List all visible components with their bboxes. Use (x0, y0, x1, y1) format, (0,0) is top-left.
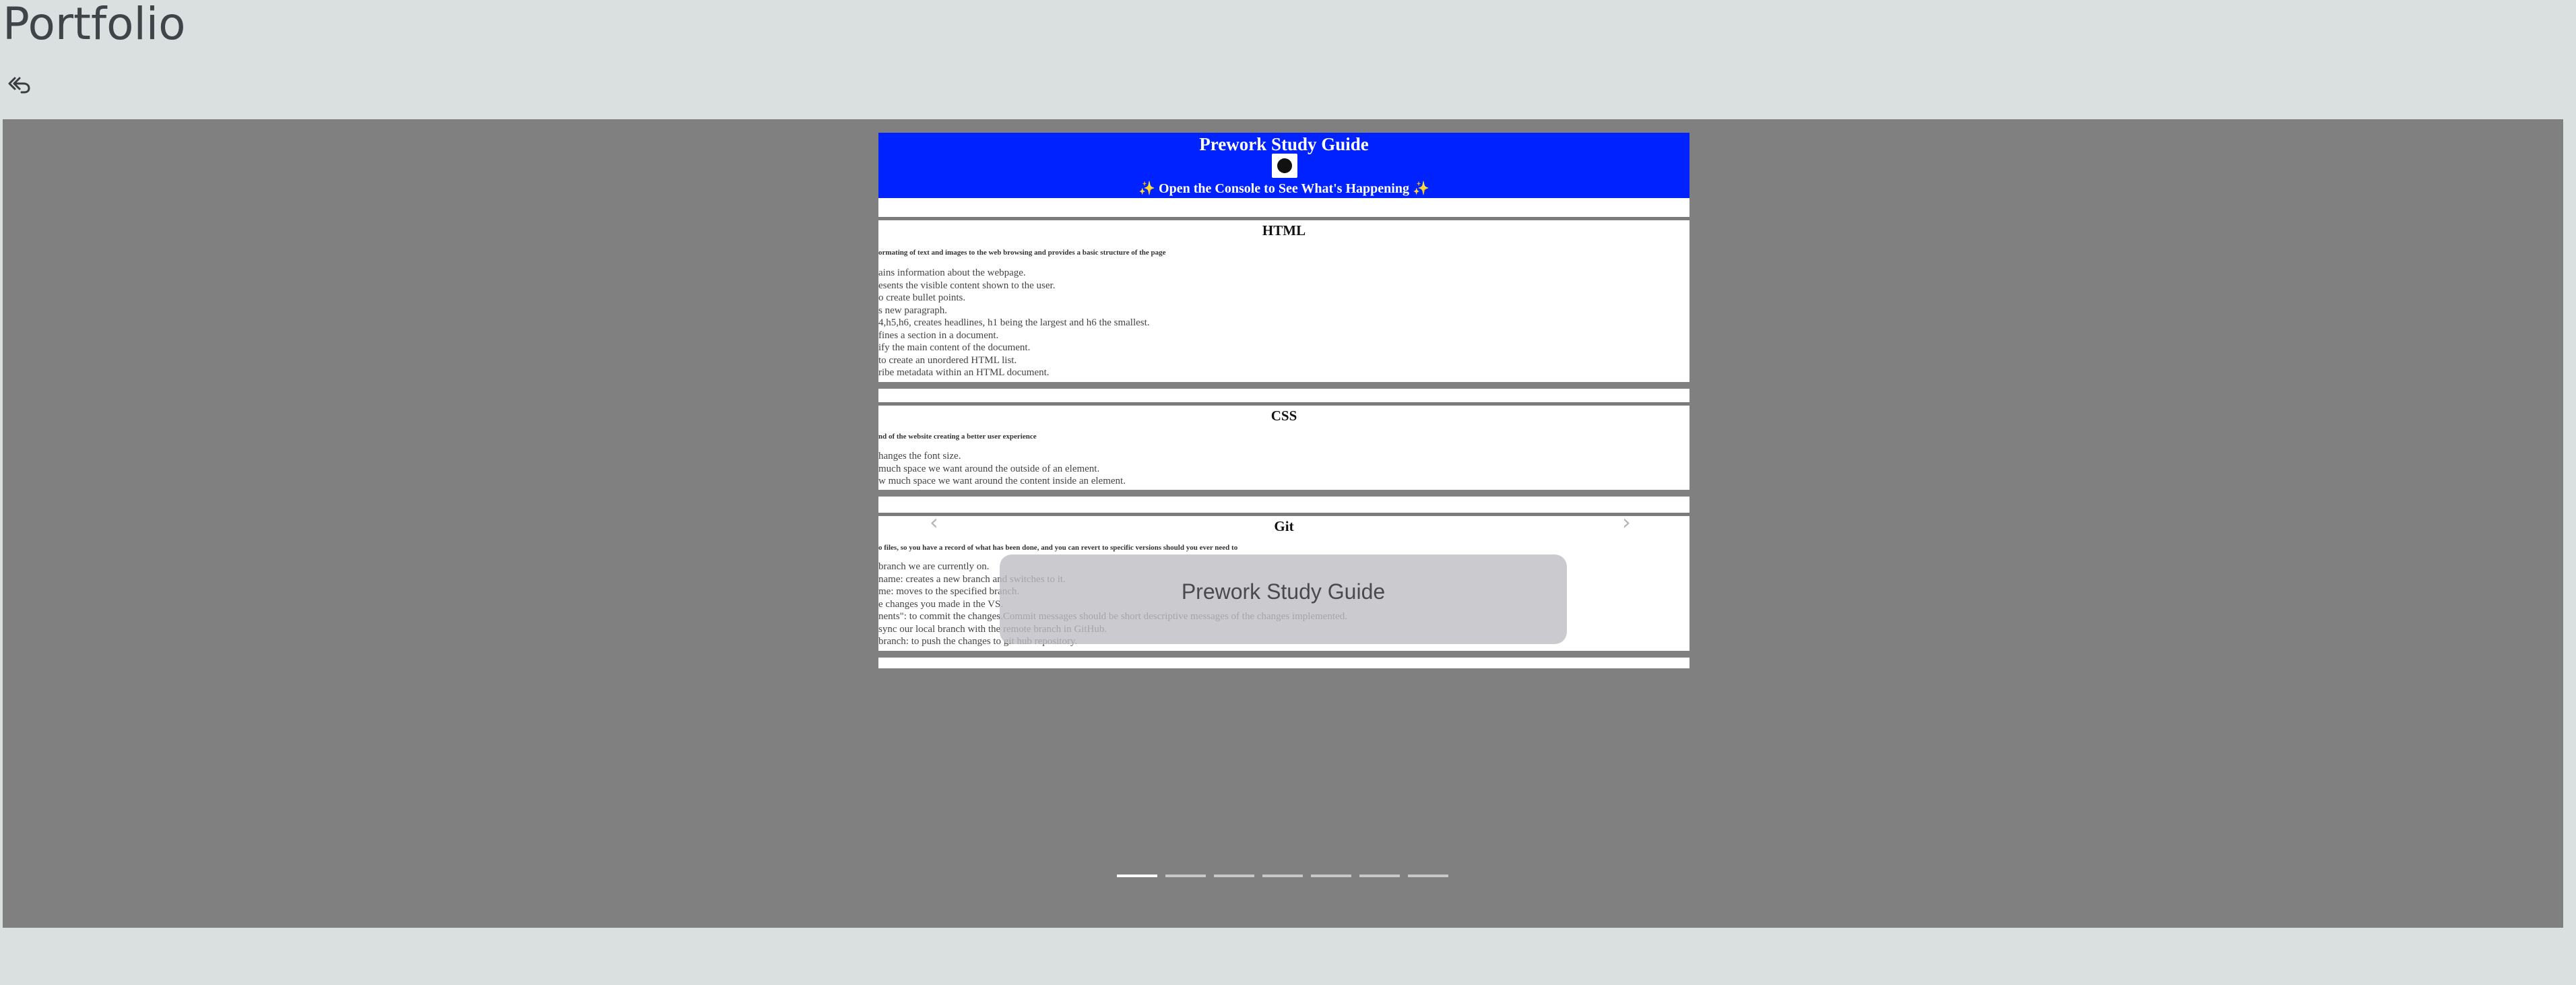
section-heading: CSS (1270, 408, 1297, 424)
divider (878, 382, 1689, 389)
divider (878, 217, 1689, 220)
list-item: hanges the font size. (878, 451, 961, 462)
list-item: o create bullet points. (878, 292, 966, 303)
slide-indicator[interactable] (1408, 875, 1448, 877)
slide-indicator[interactable] (1311, 875, 1351, 877)
slide-indicator[interactable] (1214, 875, 1254, 877)
divider (878, 402, 1689, 405)
list-item: ribe metadata within an HTML document. (878, 367, 1050, 378)
slide-indicator[interactable] (1117, 875, 1157, 877)
caption-title: Prework Study Guide (1181, 579, 1386, 604)
slide-indicator[interactable] (1262, 875, 1303, 877)
octocat-avatar-icon (1272, 154, 1297, 178)
study-guide-header: Prework Study Guide ✨ Open the Console t… (878, 133, 1689, 198)
section-heading: Git (1274, 518, 1294, 534)
slide-screenshot: Prework Study Guide ✨ Open the Console t… (878, 133, 1689, 793)
section-description: o files, so you have a record of what ha… (878, 544, 1238, 552)
section-spacer (878, 389, 1689, 402)
section-list: ains information about the webpage. esen… (878, 267, 1150, 379)
list-item: to create an unordered HTML list. (878, 354, 1017, 366)
list-item: fines a section in a document. (878, 329, 999, 341)
chevron-left-icon[interactable]: ‹ (930, 511, 938, 533)
list-item: w much space we want around the content … (878, 476, 1126, 486)
divider (878, 651, 1689, 658)
section-spacer (878, 658, 1689, 668)
section-spacer (878, 198, 1689, 217)
divider (878, 513, 1689, 515)
list-item: esents the visible content shown to the … (878, 280, 1056, 291)
section-description: nd of the website creating a better user… (878, 433, 1037, 441)
section-spacer (878, 497, 1689, 513)
slide-indicator[interactable] (1165, 875, 1206, 877)
section-list: hanges the font size. much space we want… (878, 450, 1126, 488)
back-button[interactable] (5, 71, 32, 98)
study-guide-subtitle: ✨ Open the Console to See What's Happeni… (1138, 181, 1429, 196)
section-description: ormating of text and images to the web b… (878, 249, 1166, 257)
list-item: 4,h5,h6, creates headlines, h1 being the… (878, 317, 1150, 328)
section-html: HTML ormating of text and images to the … (878, 220, 1689, 382)
divider (878, 490, 1689, 497)
slide-indicator[interactable] (1359, 875, 1400, 877)
undo-all-icon (8, 77, 30, 94)
section-css: CSS nd of the website creating a better … (878, 406, 1689, 490)
list-item: s new paragraph. (878, 305, 948, 316)
list-item: much space we want around the outside of… (878, 463, 1100, 474)
section-heading: HTML (1262, 222, 1306, 239)
carousel-caption: Prework Study Guide (1000, 554, 1567, 644)
chevron-right-icon[interactable]: › (1622, 511, 1631, 533)
page-title: Portfolio (3, 0, 186, 50)
carousel-indicators (1117, 875, 1448, 880)
list-item: ains information about the webpage. (878, 267, 1026, 278)
study-guide-title: Prework Study Guide (1199, 134, 1369, 154)
portfolio-carousel[interactable]: Prework Study Guide ✨ Open the Console t… (3, 119, 2563, 928)
list-item: ify the main content of the document. (878, 342, 1031, 353)
